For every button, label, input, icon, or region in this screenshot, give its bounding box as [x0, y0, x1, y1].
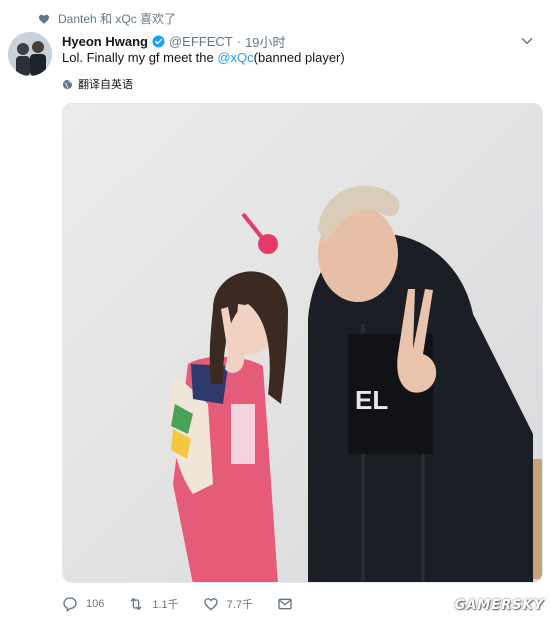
- chevron-down-icon[interactable]: [520, 34, 534, 48]
- tweet-text: Lol. Finally my gf meet the @xQc(banned …: [62, 50, 345, 65]
- like-count: 7.7千: [226, 599, 253, 611]
- tweet-text-end: (banned player): [253, 50, 345, 65]
- mention-link[interactable]: @xQc: [217, 50, 253, 65]
- social-context: Danteh 和 xQc 喜欢了: [38, 10, 176, 27]
- user-handle[interactable]: @EFFECT: [169, 34, 233, 49]
- avatar[interactable]: [8, 32, 52, 76]
- like-action[interactable]: 7.7千: [203, 596, 253, 612]
- retweet-count: 1.1千: [152, 599, 179, 611]
- verified-badge-icon: [152, 35, 165, 48]
- retweet-action[interactable]: 1.1千: [128, 596, 179, 612]
- mail-icon: [278, 598, 292, 610]
- watermark: GAMERSKY: [454, 598, 544, 613]
- globe-icon: [62, 79, 73, 89]
- reply-icon: [63, 597, 77, 612]
- translate-label[interactable]: 翻译自英语: [78, 76, 133, 92]
- tweet-timestamp[interactable]: 19小时: [245, 32, 285, 51]
- author-row: Hyeon Hwang @EFFECT · 19小时: [62, 32, 286, 51]
- like-icon: [203, 598, 218, 611]
- tweet-text-start: Lol. Finally my gf meet the: [62, 50, 218, 65]
- direct-message-action[interactable]: [277, 596, 293, 612]
- display-name[interactable]: Hyeon Hwang: [62, 34, 148, 49]
- reply-action[interactable]: 106: [62, 596, 104, 612]
- tweet-actions: 106 1.1千 7.7千: [62, 596, 317, 612]
- photo-image: EL: [63, 104, 542, 582]
- reply-count: 106: [86, 598, 105, 610]
- separator-dot: ·: [236, 34, 242, 49]
- heart-icon: [39, 14, 49, 24]
- translate-tweet[interactable]: 翻译自英语: [62, 76, 133, 92]
- liked-by-text[interactable]: Danteh 和 xQc 喜欢了: [58, 10, 176, 27]
- svg-text:EL: EL: [355, 385, 388, 415]
- tweet-photo[interactable]: EL: [62, 103, 543, 583]
- retweet-icon: [131, 598, 142, 610]
